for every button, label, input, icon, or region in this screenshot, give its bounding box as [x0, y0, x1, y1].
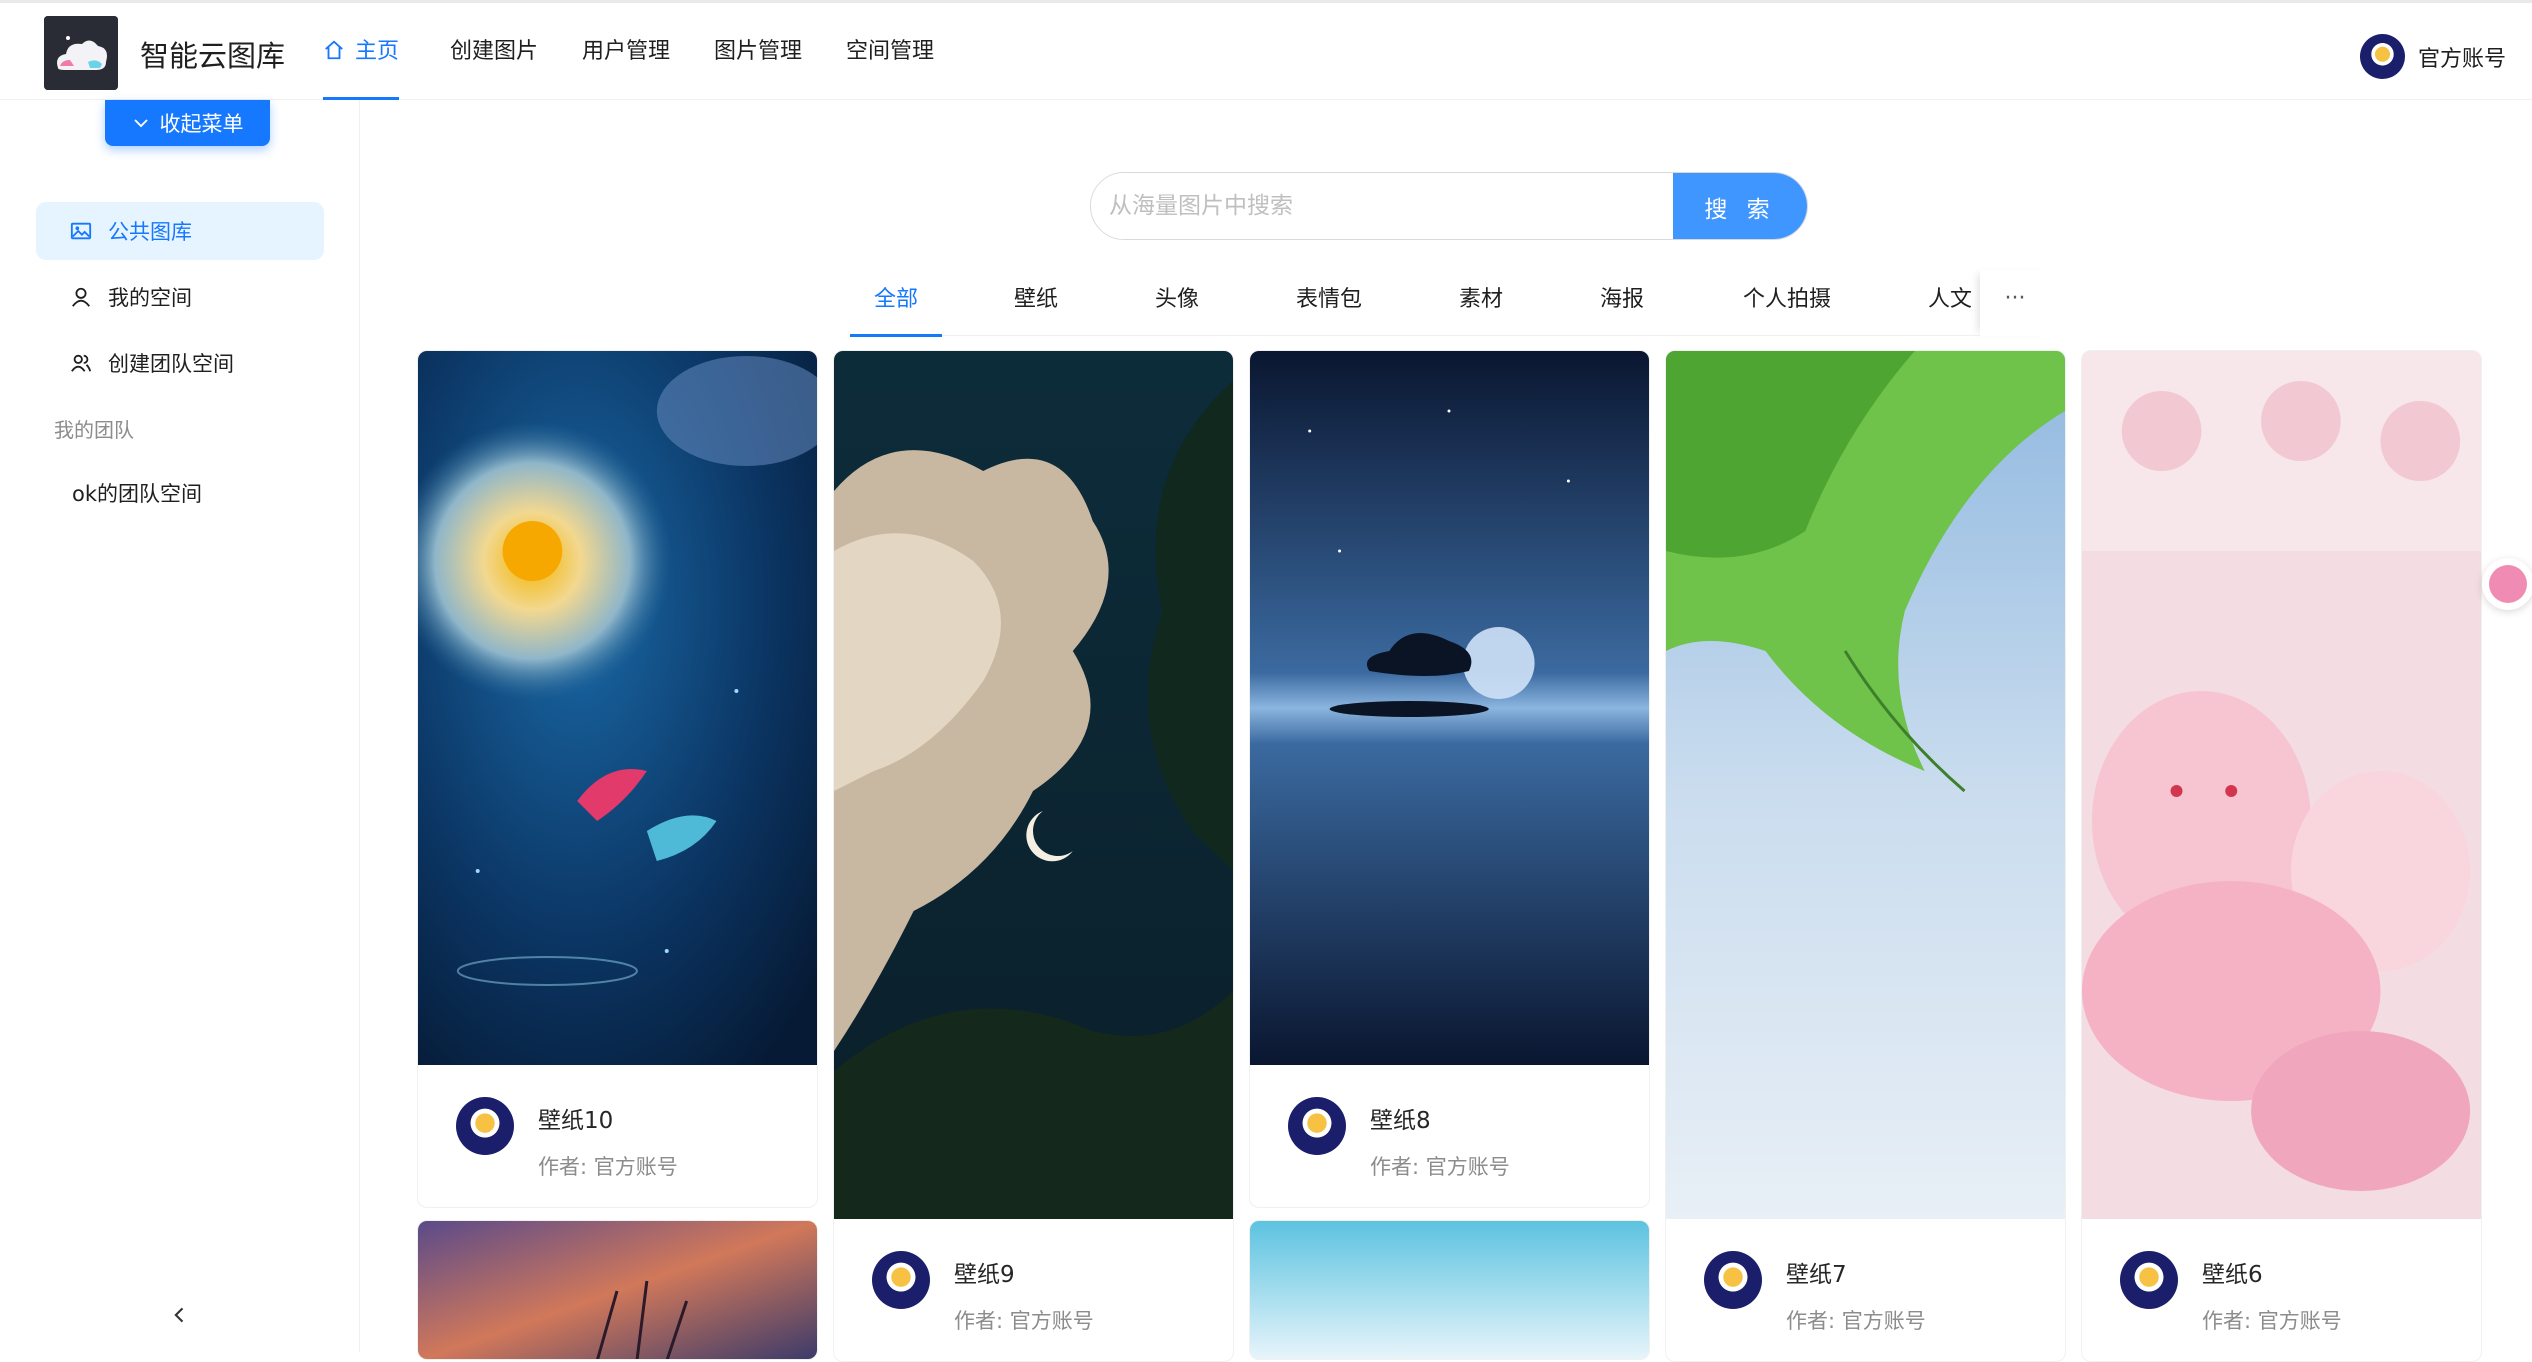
picture-card[interactable] [417, 1220, 818, 1360]
tab-all[interactable]: 全部 [849, 270, 943, 337]
sider-collapse-trigger[interactable] [160, 1295, 200, 1335]
koi-fish-flower-wallpaper [418, 351, 817, 1065]
picture-card[interactable]: 壁纸7 作者: 官方账号 [1665, 350, 2066, 1362]
user-name[interactable]: 官方账号 [2418, 41, 2506, 73]
tree-island-moon-wallpaper [1250, 351, 1649, 1065]
author-avatar [1288, 1097, 1346, 1155]
sidebar-item-label: 我的空间 [108, 286, 192, 310]
author-avatar [2120, 1251, 2178, 1309]
card-meta: 壁纸6 作者: 官方账号 [2082, 1219, 2481, 1361]
picture-icon [70, 222, 92, 240]
card-author: 作者: 官方账号 [954, 1309, 1094, 1333]
search-input[interactable] [1091, 173, 1673, 239]
sidebar-item-my-space[interactable]: 我的空间 [36, 268, 324, 326]
site-title[interactable]: 智能云图库 [140, 33, 285, 75]
sidebar-item-label: 公共图库 [108, 220, 192, 244]
card-title: 壁纸7 [1786, 1262, 1847, 1288]
sidebar-item-label: ok的团队空间 [72, 482, 203, 506]
nav-home[interactable]: 主页 [323, 3, 400, 100]
chevron-down-icon [133, 119, 148, 128]
sunset-branches-image [418, 1221, 817, 1359]
nav-image-management[interactable]: 图片管理 [714, 3, 802, 100]
user-icon [72, 287, 90, 307]
collapse-menu-label: 收起菜单 [159, 112, 244, 136]
green-leaves-sky-wallpaper [1666, 351, 2065, 1219]
tab-avatar[interactable]: 头像 [1155, 270, 1199, 336]
sidebar-item-public-gallery[interactable]: 公共图库 [36, 202, 324, 260]
clouds-moon-fern-wallpaper [834, 351, 1233, 1219]
author-avatar [872, 1251, 930, 1309]
card-meta: 壁纸9 作者: 官方账号 [834, 1219, 1233, 1361]
card-title: 壁纸6 [2202, 1262, 2263, 1288]
tab-personal-photos[interactable]: 个人拍摄 [1743, 270, 1831, 336]
tab-stickers[interactable]: 表情包 [1296, 270, 1362, 336]
chevron-left-icon [174, 1307, 184, 1323]
user-avatar[interactable] [2360, 34, 2405, 79]
card-title: 壁纸9 [954, 1262, 1015, 1288]
sidebar-item-create-team[interactable]: 创建团队空间 [36, 334, 324, 392]
card-title: 壁纸10 [538, 1108, 614, 1134]
sidebar: 收起菜单 公共图库 我的空间 创建团队空间 我的团队 ok的团队空间 [0, 100, 360, 1352]
author-avatar [1704, 1251, 1762, 1309]
picture-card[interactable]: 壁纸6 作者: 官方账号 [2081, 350, 2482, 1362]
blue-sky-image [1250, 1221, 1649, 1359]
card-author: 作者: 官方账号 [538, 1155, 678, 1179]
tab-materials[interactable]: 素材 [1459, 270, 1503, 336]
card-author: 作者: 官方账号 [2202, 1309, 2342, 1333]
nav-space-management[interactable]: 空间管理 [846, 3, 934, 100]
translate-icon[interactable] [2482, 558, 2532, 610]
picture-card[interactable]: 壁纸8 作者: 官方账号 [1249, 350, 1650, 1208]
menu-group-title: 我的团队 [54, 418, 134, 442]
search-bar: 搜 索 [1090, 172, 1808, 240]
author-avatar [456, 1097, 514, 1155]
pink-plush-toys-wallpaper [2082, 351, 2481, 1219]
card-author: 作者: 官方账号 [1370, 1155, 1510, 1179]
nav-create-image[interactable]: 创建图片 [450, 3, 538, 100]
cloud-logo[interactable] [44, 16, 118, 90]
category-tabs: 全部 壁纸 头像 表情包 素材 海报 个人拍摄 人文 ··· [849, 270, 2050, 337]
team-icon [71, 354, 92, 372]
top-navbar: 智能云图库 主页 创建图片 用户管理 图片管理 空间管理 官方账号 [0, 3, 2532, 100]
picture-card[interactable]: 壁纸10 作者: 官方账号 [417, 350, 818, 1208]
picture-card[interactable] [1249, 1220, 1650, 1360]
card-title: 壁纸8 [1370, 1108, 1431, 1134]
tab-wallpaper[interactable]: 壁纸 [1014, 270, 1058, 336]
sidebar-item-team-space[interactable]: ok的团队空间 [36, 464, 324, 522]
home-icon [325, 40, 343, 60]
sidebar-item-label: 创建团队空间 [108, 352, 234, 376]
collapse-menu-button[interactable]: 收起菜单 [105, 100, 270, 146]
card-meta: 壁纸8 作者: 官方账号 [1250, 1065, 1649, 1207]
tab-humanities[interactable]: 人文 [1928, 270, 1972, 336]
card-meta: 壁纸10 作者: 官方账号 [418, 1065, 817, 1207]
card-author: 作者: 官方账号 [1786, 1309, 1926, 1333]
nav-user-management[interactable]: 用户管理 [582, 3, 670, 100]
nav-home-label: 主页 [355, 39, 400, 64]
search-button[interactable]: 搜 索 [1673, 173, 1807, 239]
card-meta: 壁纸7 作者: 官方账号 [1666, 1219, 2065, 1361]
picture-card[interactable]: 壁纸9 作者: 官方账号 [833, 350, 1234, 1362]
tabs-more-button[interactable]: ··· [1980, 270, 2050, 336]
tab-posters[interactable]: 海报 [1600, 270, 1644, 336]
